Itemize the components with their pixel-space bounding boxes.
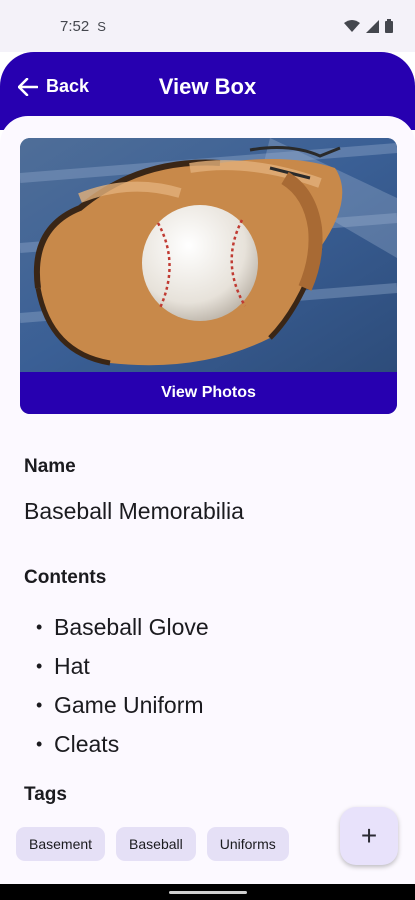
list-item-text: Baseball Glove	[54, 614, 209, 640]
tag-chips: Basement Baseball Uniforms	[16, 827, 289, 861]
list-item-text: Game Uniform	[54, 692, 204, 718]
battery-icon	[385, 19, 393, 33]
view-photos-button[interactable]: View Photos	[20, 372, 397, 414]
page-title: View Box	[158, 74, 257, 99]
contents-list: • Baseball Glove • Hat • Game Uniform • Clea…	[36, 608, 209, 764]
list-item: • Baseball Glove	[36, 608, 209, 647]
name-label: Name	[24, 456, 76, 477]
photo-card: View Photos	[20, 138, 397, 414]
tag-chip-basement[interactable]: Basement	[16, 827, 106, 861]
list-item-text: Cleats	[54, 731, 120, 757]
home-handle[interactable]	[169, 891, 247, 894]
list-item-text: Hat	[54, 653, 90, 679]
content-surface: View Photos Name Baseball Memorabilia Co…	[0, 116, 415, 886]
contents-label: Contents	[24, 567, 107, 588]
name-value: Baseball Memorabilia	[24, 498, 244, 524]
add-fab-button[interactable]: +	[340, 807, 398, 865]
status-icons	[344, 19, 393, 33]
list-item: • Game Uniform	[36, 686, 209, 725]
tags-label: Tags	[24, 784, 67, 805]
tag-chip-baseball[interactable]: Baseball	[116, 827, 196, 861]
notification-icon: S	[97, 18, 106, 34]
tag-chip-uniforms[interactable]: Uniforms	[206, 827, 289, 861]
status-time: 7:52	[60, 17, 90, 35]
system-nav-bar	[0, 884, 415, 900]
list-item: • Hat	[36, 647, 209, 686]
plus-icon: +	[360, 820, 378, 851]
box-photo	[20, 138, 397, 372]
status-left: 7:52 S	[60, 18, 106, 35]
wifi-icon	[344, 19, 360, 32]
status-bar: 7:52 S	[0, 0, 415, 52]
list-item: • Cleats	[36, 725, 209, 764]
signal-icon	[366, 19, 379, 33]
